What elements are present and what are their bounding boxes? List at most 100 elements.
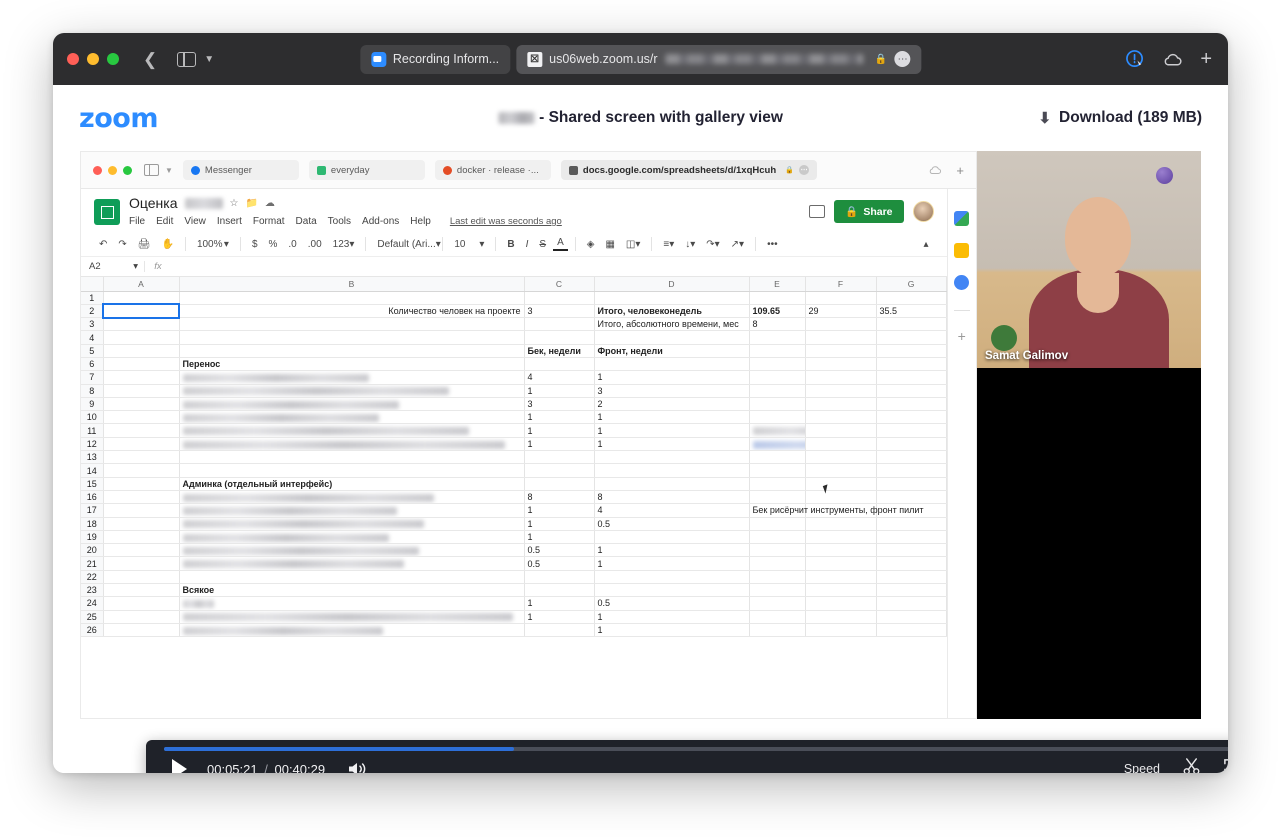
grid-cell-E26[interactable] [749,623,806,638]
more-tools-button[interactable]: ••• [763,238,782,251]
print-icon[interactable]: 🖨 [134,238,155,251]
cloud-icon[interactable] [1162,52,1183,67]
more-icon[interactable]: ⋯ [894,51,911,67]
grid-cell-E22[interactable] [749,570,806,585]
grid-cell-B14[interactable] [179,463,525,478]
grid-cell-B19[interactable] [179,530,525,545]
grid-cell-D11[interactable]: 1 [594,423,750,438]
close-x-icon[interactable]: ☒ [527,51,543,67]
grid-cell-F16[interactable] [805,490,877,505]
grid-cell-G11[interactable] [876,423,947,438]
grid-cell-D14[interactable] [594,463,750,478]
row-header[interactable]: 10 [81,410,104,425]
grid-cell-D12[interactable]: 1 [594,437,750,452]
grid-cell-B26[interactable] [179,623,525,638]
redo-button[interactable]: ↷ [114,238,130,251]
row-header[interactable]: 9 [81,397,104,412]
grid-cell-A7[interactable] [103,370,180,385]
grid-cell-E19[interactable] [749,530,806,545]
grid-cell-F24[interactable] [805,596,877,611]
grid-cell-C10[interactable]: 1 [524,410,595,425]
column-header-b[interactable]: B [179,277,525,292]
grid-cell-B11[interactable] [179,423,525,438]
grid-cell-G7[interactable] [876,370,947,385]
grid-cell-G4[interactable] [876,330,947,345]
text-rotation-icon[interactable]: ↗▾ [727,238,748,251]
grid-cell-C11[interactable]: 1 [524,423,595,438]
grid-cell-E2[interactable]: 109.65 [749,304,806,319]
download-button[interactable]: ⬇ Download (189 MB) [1038,109,1202,127]
grid-cell-D19[interactable] [594,530,750,545]
row-header[interactable]: 12 [81,437,104,452]
grid-cell-C2[interactable]: 3 [524,304,595,319]
user-avatar[interactable] [912,201,934,222]
row-header[interactable]: 5 [81,344,104,358]
menu-data[interactable]: Data [296,216,317,227]
grid-cell-F1[interactable] [805,291,877,305]
grid-cell-D9[interactable]: 2 [594,397,750,412]
grid-cell-E4[interactable] [749,330,806,345]
google-calendar-icon[interactable] [954,211,970,226]
grid-cell-C21[interactable]: 0.5 [524,556,595,571]
column-header-c[interactable]: C [524,277,595,292]
row-header[interactable]: 7 [81,370,104,385]
grid-cell-D22[interactable] [594,570,750,585]
menu-tools[interactable]: Tools [328,216,351,227]
inner-minimize-button[interactable] [108,165,117,175]
grid-cell-A20[interactable] [103,543,180,558]
grid-cell-F21[interactable] [805,556,877,571]
grid-cell-F18[interactable] [805,517,877,531]
row-header[interactable]: 3 [81,317,104,332]
inner-close-button[interactable] [93,165,102,175]
currency-format-button[interactable]: $ [248,238,262,251]
row-header[interactable]: 26 [81,623,104,638]
grid-cell-A8[interactable] [103,384,180,398]
menu-insert[interactable]: Insert [217,216,242,227]
grid-cell-A23[interactable] [103,583,180,598]
grid-cell-A21[interactable] [103,556,180,571]
grid-cell-D21[interactable]: 1 [594,556,750,571]
grid-cell-C25[interactable]: 1 [524,610,595,624]
italic-button[interactable]: I [522,238,533,251]
grid-cell-B1[interactable] [179,291,525,305]
chevron-down-icon[interactable]: ▼ [204,54,214,65]
maximize-window-button[interactable] [107,53,119,65]
grid-cell-D5[interactable]: Фронт, недели [594,344,750,358]
strikethrough-button[interactable]: S [535,238,550,251]
volume-icon[interactable] [347,760,369,773]
new-tab-plus-icon[interactable]: + [1200,49,1212,69]
spreadsheet-grid[interactable]: A B C D E F G 1 2 Количество человек на … [81,277,947,695]
grid-cell-A15[interactable] [103,477,180,491]
grid-cell-C18[interactable]: 1 [524,517,595,531]
grid-cell-G3[interactable] [876,317,947,332]
grid-cell-A1[interactable] [103,291,180,305]
grid-cell-G14[interactable] [876,463,947,478]
comment-icon[interactable] [809,205,826,218]
grid-cell-B2[interactable]: Количество человек на проекте [179,304,525,319]
grid-cell-E21[interactable] [749,556,806,571]
grid-cell-D24[interactable]: 0.5 [594,596,750,611]
grid-cell-B25[interactable] [179,610,525,624]
grid-cell-C14[interactable] [524,463,595,478]
grid-cell-A12[interactable] [103,437,180,452]
inner-tab-messenger[interactable]: Messenger [182,160,299,180]
row-header[interactable]: 8 [81,384,104,398]
grid-cell-E3[interactable]: 8 [749,317,806,332]
grid-cell-E25[interactable] [749,610,806,624]
menu-help[interactable]: Help [410,216,431,227]
last-edit-status[interactable]: Last edit was seconds ago [450,216,562,227]
vertical-align-icon[interactable]: ↓▾ [681,238,699,251]
fill-color-icon[interactable]: ◈ [583,238,599,251]
grid-cell-F4[interactable] [805,330,877,345]
grid-cell-A26[interactable] [103,623,180,638]
grid-cell-D1[interactable] [594,291,750,305]
grid-cell-D15[interactable] [594,477,750,491]
row-header[interactable]: 22 [81,570,104,585]
grid-cell-A22[interactable] [103,570,180,585]
menu-addons[interactable]: Add-ons [362,216,399,227]
grid-cell-B3[interactable] [179,317,525,332]
grid-cell-F19[interactable] [805,530,877,545]
extension-icon[interactable] [1126,49,1145,69]
row-header[interactable]: 15 [81,477,104,491]
merge-cells-icon[interactable]: ◫▾ [622,238,644,251]
